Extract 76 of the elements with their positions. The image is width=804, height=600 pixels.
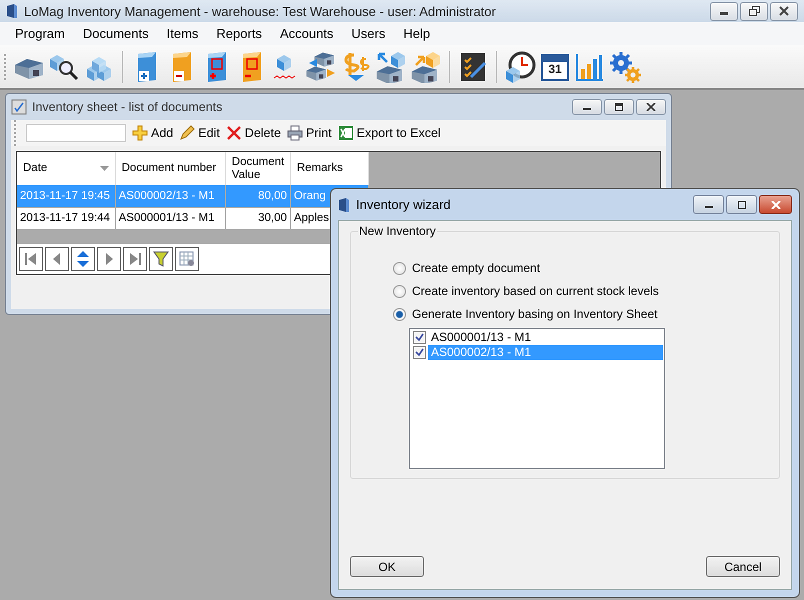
option-label[interactable]: Generate Inventory basing on Inventory Sheet bbox=[412, 307, 658, 321]
column-header[interactable]: Document number bbox=[115, 152, 226, 185]
column-header[interactable]: Document Value bbox=[225, 152, 290, 185]
radio-button[interactable] bbox=[393, 308, 406, 320]
menu-item[interactable]: Reports bbox=[209, 26, 273, 41]
menu-item[interactable]: Program bbox=[8, 26, 76, 41]
edit-button[interactable]: Edit bbox=[179, 125, 220, 141]
minimize-button[interactable] bbox=[693, 195, 724, 214]
maximize-icon bbox=[614, 103, 624, 111]
cross-icon bbox=[226, 125, 242, 141]
navigation-button[interactable] bbox=[175, 247, 199, 271]
navigation-button[interactable] bbox=[45, 247, 69, 271]
navigation-button[interactable] bbox=[149, 247, 173, 271]
table-cell: 2013-11-17 19:45 bbox=[17, 185, 116, 207]
group-label: New Inventory bbox=[358, 224, 437, 238]
delete-button[interactable]: Delete bbox=[226, 125, 281, 141]
close-button[interactable] bbox=[759, 195, 792, 214]
checkbox[interactable] bbox=[413, 346, 426, 359]
warehouse-arrow-icon[interactable] bbox=[410, 50, 442, 82]
navigation-button[interactable] bbox=[123, 247, 147, 271]
menu-item[interactable]: Users bbox=[344, 26, 396, 41]
menu-item[interactable]: Documents bbox=[76, 26, 160, 41]
filter-icon bbox=[152, 250, 170, 268]
clock-icon[interactable] bbox=[504, 50, 536, 82]
pencil-icon bbox=[179, 125, 196, 141]
cancel-button[interactable]: Cancel bbox=[706, 556, 780, 577]
close-button[interactable] bbox=[770, 2, 798, 20]
maximize-button[interactable] bbox=[604, 99, 634, 115]
table-cell: 30,00 bbox=[225, 207, 290, 229]
menu-item[interactable]: Help bbox=[396, 26, 442, 41]
gears-icon[interactable] bbox=[609, 50, 641, 82]
menu-item[interactable]: Accounts bbox=[272, 26, 344, 41]
list-item[interactable]: AS000001/13 - M1 bbox=[428, 330, 663, 345]
table-cell: AS000002/13 - M1 bbox=[115, 185, 226, 207]
warehouse-arrow-icon[interactable] bbox=[375, 50, 407, 82]
restore-button[interactable] bbox=[740, 2, 768, 20]
close-icon bbox=[646, 103, 656, 111]
option-label[interactable]: Create empty document bbox=[412, 261, 540, 275]
column-header[interactable]: Date bbox=[17, 152, 116, 185]
sheet-list[interactable]: AS000001/13 - M1 AS000002/13 - M1 bbox=[409, 328, 665, 469]
navigation-button[interactable] bbox=[71, 247, 95, 271]
transfer-icon[interactable] bbox=[305, 50, 337, 82]
navigation-button[interactable] bbox=[19, 247, 43, 271]
maximize-icon bbox=[736, 200, 746, 208]
close-icon bbox=[770, 200, 780, 208]
radio-button[interactable] bbox=[393, 284, 406, 298]
restore-icon bbox=[748, 6, 760, 16]
search-field[interactable] bbox=[26, 124, 126, 142]
checkbox[interactable] bbox=[413, 331, 426, 344]
window-title: LoMag Inventory Management - warehouse: Test Warehouse - user: Administrator bbox=[24, 4, 496, 18]
radio-button[interactable] bbox=[393, 262, 406, 274]
table-cell: AS000001/13 - M1 bbox=[115, 207, 226, 229]
table-settings-icon bbox=[178, 250, 196, 268]
maximize-button[interactable] bbox=[726, 195, 757, 214]
window-title: Inventory sheet - list of documents bbox=[32, 100, 222, 114]
spreadsheet-icon bbox=[338, 125, 354, 141]
column-header[interactable]: Remarks bbox=[290, 152, 368, 185]
close-icon bbox=[779, 6, 789, 16]
app-icon bbox=[338, 196, 350, 212]
checklist-icon bbox=[11, 99, 27, 115]
table-cell: 80,00 bbox=[225, 185, 290, 207]
add-button[interactable]: Add bbox=[132, 125, 174, 141]
app-icon bbox=[6, 3, 18, 19]
calendar-day: 31 bbox=[539, 62, 571, 76]
table-cell: 2013-11-17 19:44 bbox=[17, 207, 116, 229]
navigation-button[interactable] bbox=[97, 247, 121, 271]
print-button[interactable]: Print bbox=[286, 125, 332, 141]
close-button[interactable] bbox=[636, 99, 666, 115]
printer-icon bbox=[286, 125, 303, 141]
minimize-button[interactable] bbox=[710, 2, 738, 20]
menu-item[interactable]: Items bbox=[160, 26, 210, 41]
ok-button[interactable]: OK bbox=[350, 556, 424, 577]
option-label[interactable]: Create inventory based on current stock levels bbox=[412, 284, 659, 298]
minimize-button[interactable] bbox=[572, 99, 602, 115]
plus-icon bbox=[132, 125, 148, 141]
excel-button[interactable]: Export to Excel bbox=[338, 125, 441, 141]
